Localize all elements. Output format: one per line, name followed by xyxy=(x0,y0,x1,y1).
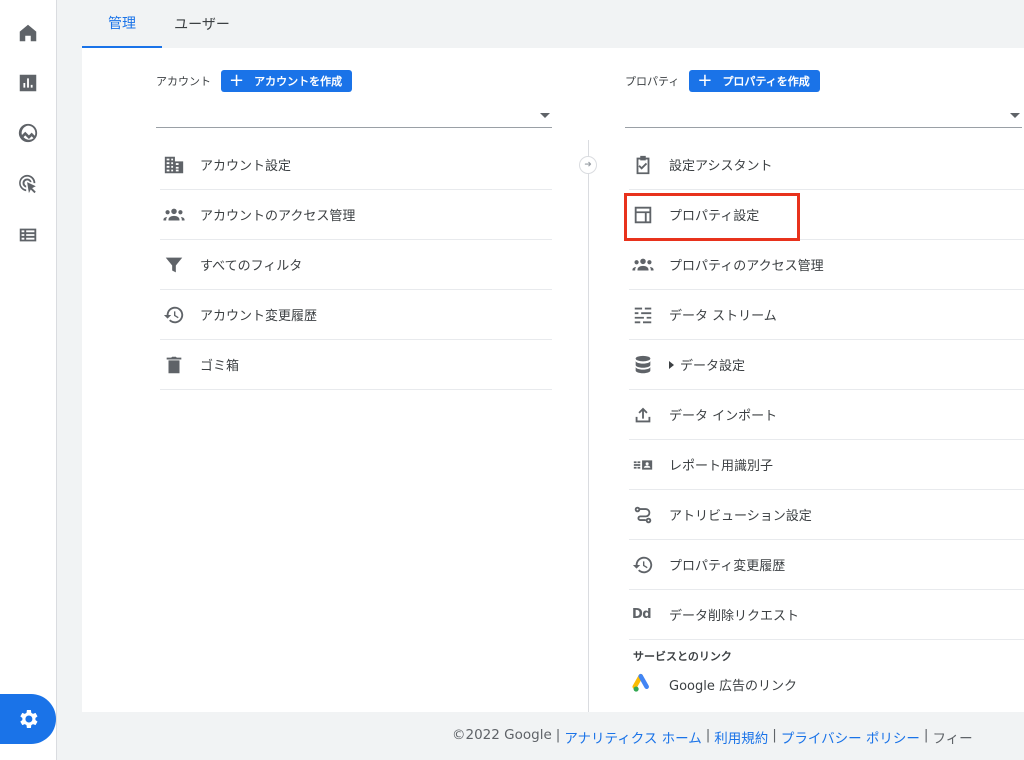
footer-separator: | xyxy=(772,727,777,743)
attribution-icon xyxy=(629,504,669,526)
history-icon xyxy=(160,304,200,326)
create-property-button[interactable]: + プロパティを作成 xyxy=(689,70,820,92)
feedback-link[interactable]: フィー xyxy=(932,727,972,747)
footer-separator: | xyxy=(555,727,561,743)
caret-down-icon xyxy=(1010,113,1020,118)
create-account-label: アカウントを作成 xyxy=(254,75,343,88)
tab-user[interactable]: ユーザー xyxy=(162,0,242,48)
account-settings-item[interactable]: アカウント設定 xyxy=(160,140,552,190)
caret-down-icon xyxy=(540,113,550,118)
data-settings-item[interactable]: データ設定 xyxy=(629,340,1024,390)
reporting-identity-item[interactable]: レポート用識別子 xyxy=(629,440,1024,490)
database-icon xyxy=(629,354,669,376)
service-links-heading: サービスとのリンク xyxy=(633,650,732,663)
identifier-icon xyxy=(629,454,669,476)
trash-icon xyxy=(160,354,200,376)
all-filters-item[interactable]: すべてのフィルタ xyxy=(160,240,552,290)
history-icon xyxy=(629,554,669,576)
property-history-item[interactable]: プロパティ変更履歴 xyxy=(629,540,1024,590)
trash-item[interactable]: ゴミ箱 xyxy=(160,340,552,390)
account-access-item[interactable]: アカウントのアクセス管理 xyxy=(160,190,552,240)
item-label: アカウント変更履歴 xyxy=(200,309,318,324)
column-divider xyxy=(588,140,589,712)
explore-icon[interactable] xyxy=(16,121,40,145)
admin-gear-button[interactable] xyxy=(0,694,56,744)
account-title: アカウント xyxy=(156,75,211,88)
item-label: データ設定 xyxy=(680,359,746,374)
account-selector[interactable] xyxy=(156,103,552,128)
item-label: アカウントのアクセス管理 xyxy=(200,209,356,224)
privacy-policy-link[interactable]: プライバシー ポリシー xyxy=(781,727,920,747)
gear-icon xyxy=(20,710,38,728)
data-streams-item[interactable]: データ ストリーム xyxy=(629,290,1024,340)
data-import-item[interactable]: データ インポート xyxy=(629,390,1024,440)
item-label: アカウント設定 xyxy=(200,159,292,174)
create-account-button[interactable]: + アカウントを作成 xyxy=(221,70,353,92)
item-label: データ ストリーム xyxy=(669,309,777,324)
copyright-text: ©2022 Google xyxy=(452,727,552,743)
data-deletion-icon: Dd xyxy=(632,607,652,622)
property-settings-item[interactable]: プロパティ設定 xyxy=(629,190,1024,240)
item-label: プロパティ変更履歴 xyxy=(669,559,786,574)
google-ads-link-item[interactable]: Google 広告のリンク xyxy=(629,664,1024,704)
attribution-settings-item[interactable]: アトリビューション設定 xyxy=(629,490,1024,540)
expand-triangle-icon[interactable] xyxy=(669,360,674,369)
item-label: プロパティ設定 xyxy=(669,209,760,224)
data-deletion-item[interactable]: Dd データ削除リクエスト xyxy=(629,590,1024,640)
list-icon[interactable] xyxy=(16,223,40,247)
item-label: すべてのフィルタ xyxy=(200,259,303,274)
item-label: データ削除リクエスト xyxy=(669,609,800,624)
property-access-item[interactable]: プロパティのアクセス管理 xyxy=(629,240,1024,290)
streams-icon xyxy=(629,304,669,326)
setup-assistant-item[interactable]: 設定アシスタント xyxy=(629,140,1024,190)
item-label: 設定アシスタント xyxy=(669,159,773,174)
property-selector[interactable] xyxy=(625,103,1022,128)
account-history-item[interactable]: アカウント変更履歴 xyxy=(160,290,552,340)
arrow-right-icon: ➜ xyxy=(579,156,597,174)
item-label: プロパティのアクセス管理 xyxy=(669,259,824,274)
reports-icon[interactable] xyxy=(16,71,40,95)
footer: ©2022 Google | アナリティクス ホーム | 利用規約 | プライバ… xyxy=(452,727,1024,747)
account-header: アカウント + アカウントを作成 xyxy=(156,70,353,92)
people-icon xyxy=(160,204,200,226)
upload-icon xyxy=(629,404,669,426)
property-title: プロパティ xyxy=(625,75,680,88)
left-nav-rail xyxy=(0,0,57,760)
building-icon xyxy=(160,154,200,176)
item-label: ゴミ箱 xyxy=(200,359,240,374)
item-label: レポート用識別子 xyxy=(669,459,774,474)
property-header: プロパティ + プロパティを作成 xyxy=(625,70,820,92)
create-property-label: プロパティを作成 xyxy=(722,75,810,88)
layout-icon xyxy=(629,204,669,226)
plus-icon: + xyxy=(697,70,713,91)
people-icon xyxy=(629,254,669,276)
filter-icon xyxy=(160,254,200,276)
admin-panel: アカウント + アカウントを作成 アカウント設定 アカウントのアクセス管理 すべ… xyxy=(82,48,1024,712)
plus-icon: + xyxy=(229,70,245,91)
footer-separator: | xyxy=(705,727,711,743)
home-icon[interactable] xyxy=(16,21,40,45)
item-label: Google 広告のリンク xyxy=(669,678,797,694)
advertising-icon[interactable] xyxy=(16,172,40,196)
google-ads-icon xyxy=(629,673,669,695)
item-label: アトリビューション設定 xyxy=(669,509,812,524)
property-menu: 設定アシスタント プロパティ設定 プロパティのアクセス管理 データ ストリーム … xyxy=(629,140,1024,704)
clipboard-check-icon xyxy=(629,154,669,176)
item-label: データ インポート xyxy=(669,409,778,424)
terms-link[interactable]: 利用規約 xyxy=(714,727,768,747)
analytics-home-link[interactable]: アナリティクス ホーム xyxy=(564,727,701,747)
footer-separator: | xyxy=(923,727,929,743)
account-menu: アカウント設定 アカウントのアクセス管理 すべてのフィルタ アカウント変更履歴 … xyxy=(160,140,552,390)
tab-bar: 管理 ユーザー xyxy=(82,0,242,48)
tab-admin[interactable]: 管理 xyxy=(82,0,162,48)
